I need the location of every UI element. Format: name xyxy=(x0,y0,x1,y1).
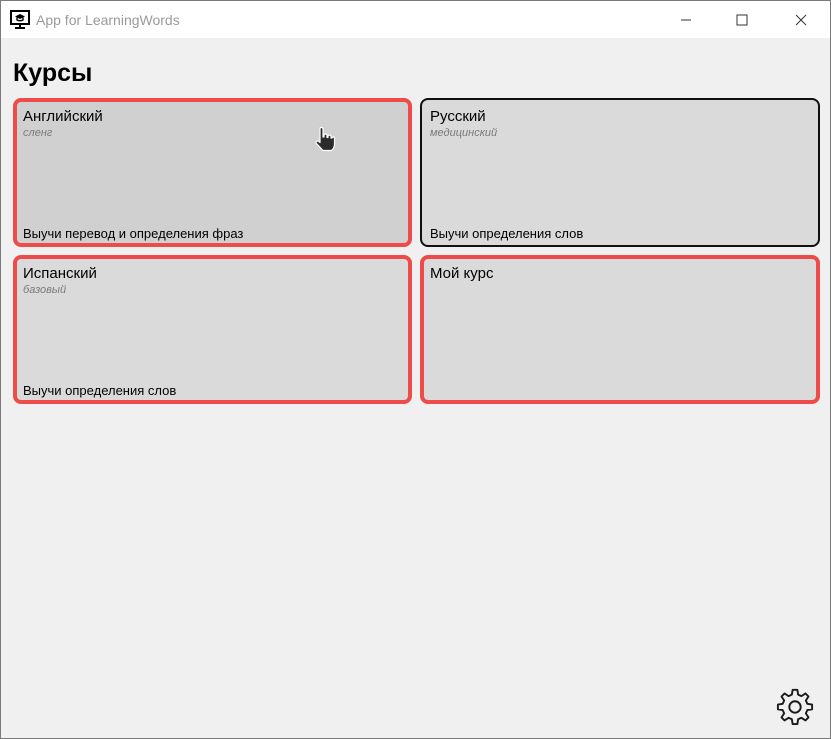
presentation-board-icon xyxy=(10,10,30,29)
close-button[interactable] xyxy=(778,1,824,38)
course-name: Русский xyxy=(430,108,486,125)
course-card-spanish[interactable]: Испанский базовый Выучи определения слов xyxy=(13,255,412,404)
app-window: App for LearningWords Курсы Английский с… xyxy=(0,0,831,739)
course-card-russian[interactable]: Русский медицинский Выучи определения сл… xyxy=(420,98,820,247)
maximize-button[interactable] xyxy=(719,1,765,38)
course-name: Английский xyxy=(23,108,103,125)
gear-icon[interactable] xyxy=(776,687,814,725)
course-level: сленг xyxy=(23,127,53,139)
course-task: Выучи определения слов xyxy=(23,383,177,398)
title-bar[interactable]: App for LearningWords xyxy=(1,1,830,38)
minimize-button[interactable] xyxy=(663,1,709,38)
page-title: Курсы xyxy=(13,59,93,87)
course-task: Выучи перевод и определения фраз xyxy=(23,226,244,241)
course-name: Мой курс xyxy=(430,265,494,282)
course-card-my-course[interactable]: Мой курс xyxy=(420,255,820,404)
course-card-english[interactable]: Английский сленг Выучи перевод и определ… xyxy=(13,98,412,247)
course-task: Выучи определения слов xyxy=(430,226,584,241)
window-title: App for LearningWords xyxy=(36,12,180,28)
course-level: базовый xyxy=(23,284,67,296)
maximize-icon xyxy=(736,14,748,25)
close-icon xyxy=(795,14,807,25)
course-level: медицинский xyxy=(430,127,498,139)
course-name: Испанский xyxy=(23,265,97,282)
minimize-icon xyxy=(681,19,691,20)
